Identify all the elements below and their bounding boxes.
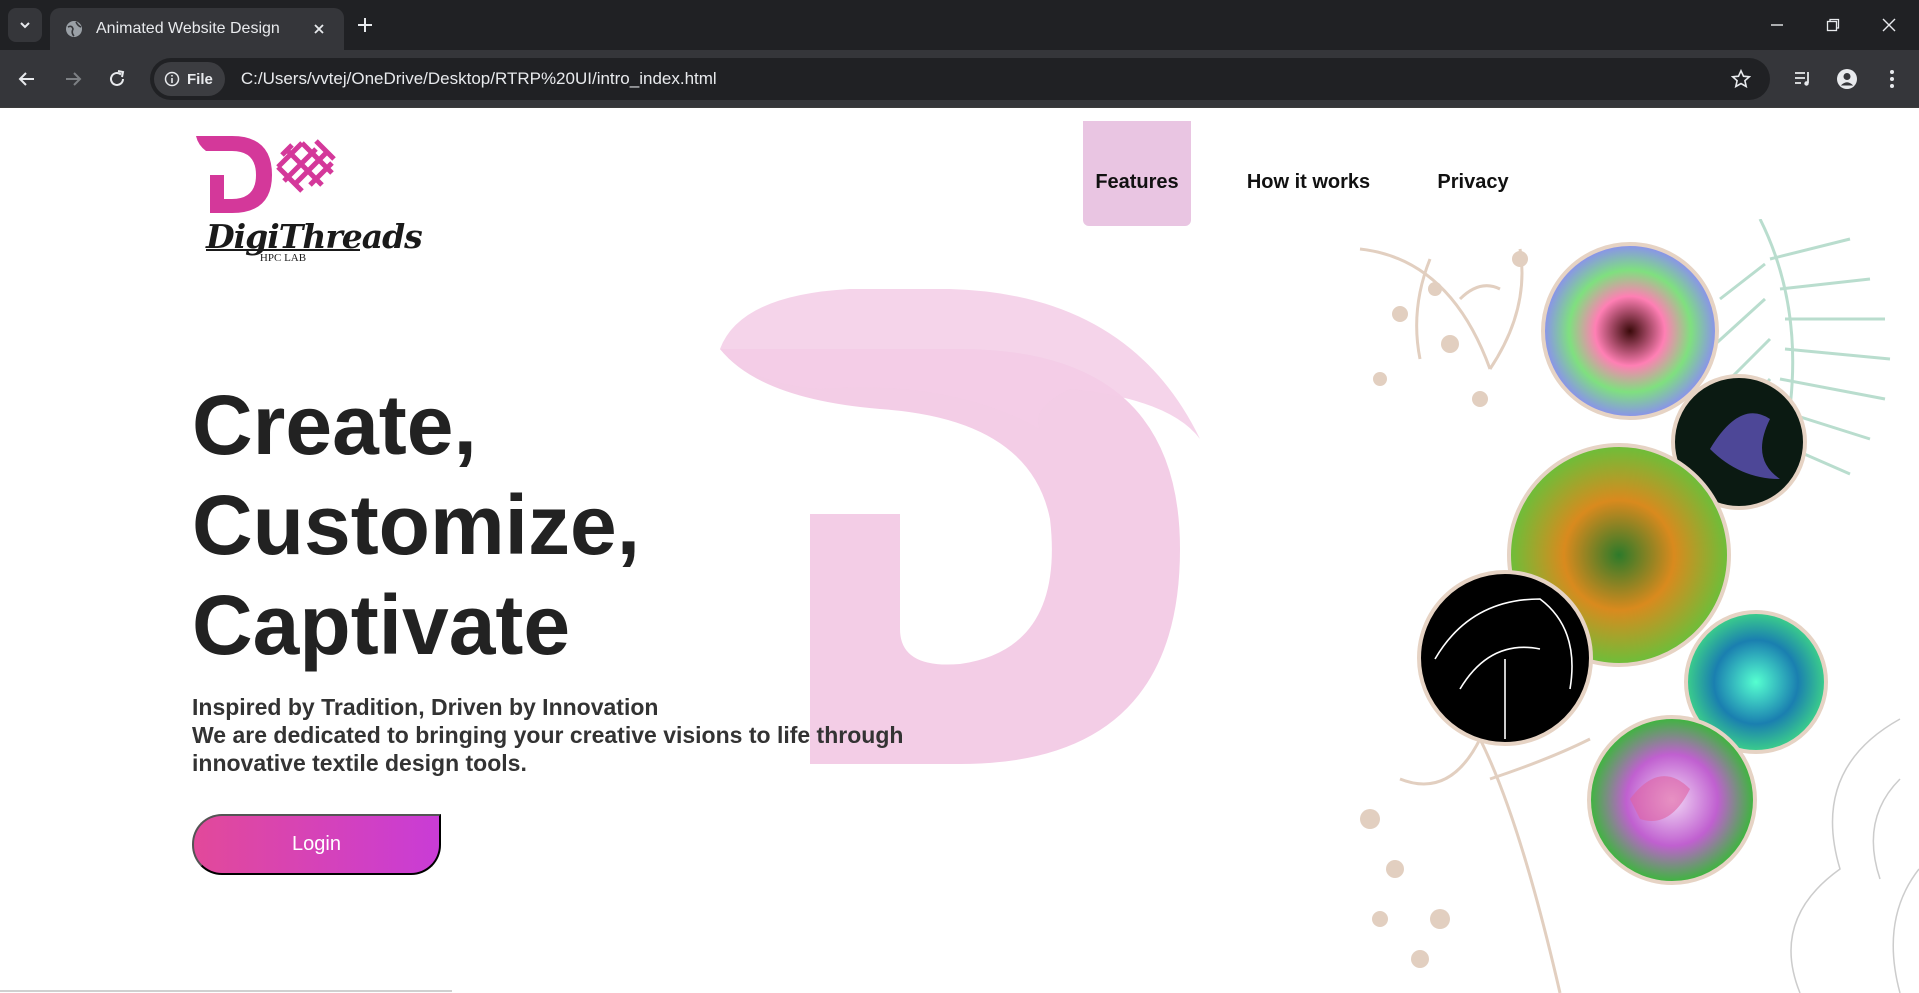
minimize-button[interactable] (1762, 10, 1792, 40)
address-bar[interactable]: File C:/Users/vvtej/OneDrive/Desktop/RTR… (150, 58, 1770, 100)
login-button[interactable]: Login (192, 814, 441, 875)
media-icon (1795, 72, 1809, 86)
profile-icon (1837, 69, 1857, 89)
bottom-divider (0, 990, 452, 992)
web-page: DigiThreads HPC LAB Features How it work… (0, 109, 1919, 993)
url-text[interactable]: C:/Users/vvtej/OneDrive/Desktop/RTRP%20U… (241, 69, 1724, 89)
kebab-menu-icon (1890, 70, 1894, 88)
restore-button[interactable] (1818, 10, 1848, 40)
restore-icon (1826, 18, 1840, 32)
browser-tab[interactable]: Animated Website Design (50, 8, 344, 50)
nav-features[interactable]: Features (1083, 121, 1191, 226)
bookmark-button[interactable] (1724, 62, 1758, 96)
headline-line-1: Create, (192, 378, 477, 472)
line-flower-illustration (1790, 718, 1919, 993)
back-button[interactable] (10, 62, 44, 96)
close-tab-button[interactable] (308, 18, 330, 40)
new-tab-button[interactable] (352, 12, 378, 38)
chevron-down-icon (20, 22, 30, 29)
nav-how-it-works[interactable]: How it works (1236, 121, 1381, 226)
headline-line-2: Customize, (192, 478, 641, 572)
browser-toolbar: File C:/Users/vvtej/OneDrive/Desktop/RTR… (0, 50, 1919, 108)
plus-icon (358, 18, 372, 32)
forward-button[interactable] (56, 62, 90, 96)
reload-button[interactable] (100, 62, 134, 96)
tagline-line-1: Inspired by Tradition, Driven by Innovat… (192, 694, 659, 720)
globe-icon (66, 21, 82, 37)
hero-headline: Create, Customize, Captivate (192, 375, 640, 675)
window-close-button[interactable] (1874, 10, 1904, 40)
tab-search-button[interactable] (8, 8, 42, 42)
tab-title: Animated Website Design (96, 20, 280, 37)
logo-subtitle: HPC LAB (206, 249, 360, 265)
tagline-line-2: We are dedicated to bringing your creati… (192, 722, 904, 776)
info-icon (164, 71, 180, 87)
forward-arrow-icon (66, 72, 82, 86)
back-arrow-icon (18, 72, 34, 86)
window-close-icon (1882, 18, 1896, 32)
media-controls-button[interactable] (1786, 62, 1820, 96)
minimize-icon (1771, 24, 1783, 26)
browser-menu-button[interactable] (1875, 62, 1909, 96)
site-info-chip[interactable]: File (154, 62, 225, 96)
browser-tab-strip: Animated Website Design (0, 0, 1919, 50)
reload-icon (110, 70, 125, 86)
file-chip-label: File (187, 70, 213, 88)
star-icon (1731, 69, 1751, 89)
close-icon (314, 24, 324, 34)
fractal-circle-1 (1541, 242, 1719, 420)
headline-line-3: Captivate (192, 578, 571, 672)
nav-privacy[interactable]: Privacy (1428, 121, 1518, 226)
hero-tagline: Inspired by Tradition, Driven by Innovat… (192, 693, 952, 777)
fractal-collage-illustration (1359, 219, 1919, 993)
profile-button[interactable] (1830, 62, 1864, 96)
